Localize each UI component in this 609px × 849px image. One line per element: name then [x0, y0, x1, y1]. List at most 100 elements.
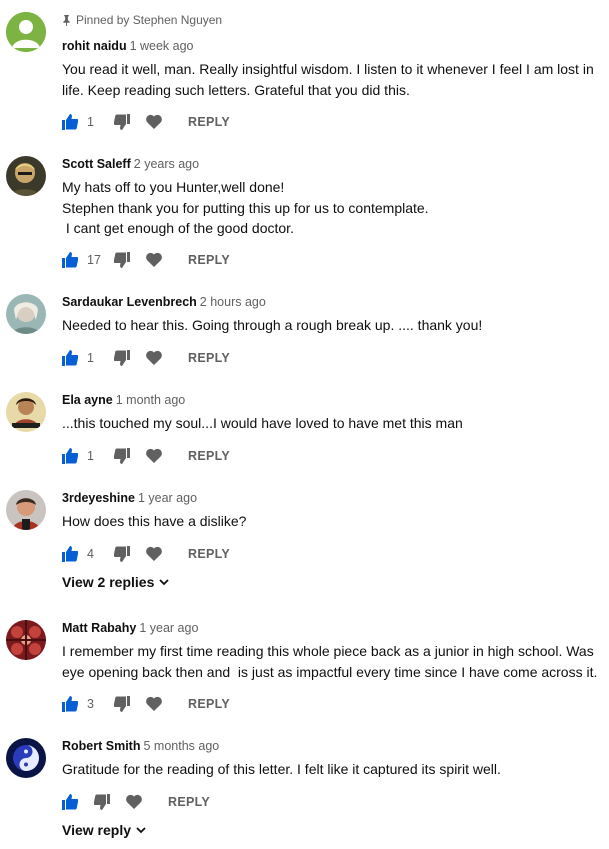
reply-button[interactable]: REPLY — [168, 795, 210, 809]
like-button[interactable] — [62, 114, 78, 130]
thumbs-down-icon — [114, 350, 130, 366]
like-count: 4 — [87, 547, 94, 561]
thumbs-down-icon — [114, 696, 130, 712]
thumbs-up-icon — [62, 252, 78, 268]
reply-button[interactable]: REPLY — [188, 449, 230, 463]
thumbs-down-icon — [114, 252, 130, 268]
dislike-button[interactable] — [114, 546, 130, 562]
comment-time[interactable]: 1 year ago — [139, 621, 198, 635]
comment-text: Needed to hear this. Going through a rou… — [62, 317, 483, 333]
comment-actions: REPLY — [62, 792, 210, 812]
comment-author[interactable]: Matt Rabahy — [62, 621, 136, 635]
chevron-down-icon — [159, 578, 169, 585]
comment-author[interactable]: rohit naidu — [62, 39, 127, 53]
heart-icon — [126, 794, 142, 809]
heart-button[interactable] — [146, 696, 162, 712]
avatar[interactable] — [6, 392, 46, 432]
heart-button[interactable] — [146, 546, 162, 562]
like-button[interactable] — [62, 448, 78, 464]
comment-actions: 1 REPLY — [62, 446, 230, 466]
comment-text: My hats off to you Hunter,well done! Ste… — [62, 179, 429, 236]
pinned-label: Pinned by Stephen Nguyen — [76, 13, 223, 27]
pin-icon — [63, 14, 70, 26]
comment-actions: 17 REPLY — [62, 250, 230, 270]
reply-button[interactable]: REPLY — [188, 115, 230, 129]
comment-actions: 4 REPLY — [62, 544, 230, 564]
comment-text: ...this touched my soul...I would have l… — [62, 415, 463, 431]
comment-author[interactable]: Ela ayne — [62, 393, 113, 407]
like-button[interactable] — [62, 350, 78, 366]
comment-time[interactable]: 5 months ago — [143, 739, 219, 753]
comment-author[interactable]: Scott Saleff — [62, 157, 131, 171]
comment-actions: 1 REPLY — [62, 348, 230, 368]
view-replies-button[interactable]: View 2 replies — [62, 574, 169, 590]
view-replies-label: View reply — [62, 822, 132, 838]
heart-button[interactable] — [126, 794, 142, 810]
like-count: 1 — [87, 351, 94, 365]
reply-button[interactable]: REPLY — [188, 253, 230, 267]
comment-time[interactable]: 2 years ago — [134, 157, 199, 171]
avatar[interactable] — [6, 738, 46, 778]
heart-button[interactable] — [146, 252, 162, 268]
comment-text: Gratitude for the reading of this letter… — [62, 761, 501, 777]
heart-icon — [146, 546, 162, 561]
comment-actions: 3 REPLY — [62, 694, 230, 714]
dislike-button[interactable] — [114, 448, 130, 464]
comment-author[interactable]: Robert Smith — [62, 739, 140, 753]
comment-text: I remember my first time reading this wh… — [62, 643, 598, 680]
comment-text: You read it well, man. Really insightful… — [62, 61, 594, 98]
dislike-button[interactable] — [114, 350, 130, 366]
like-button[interactable] — [62, 546, 78, 562]
comment-time[interactable]: 1 year ago — [138, 491, 197, 505]
portrait-avatar-icon — [6, 156, 46, 196]
chevron-down-icon — [136, 826, 146, 833]
reply-button[interactable]: REPLY — [188, 547, 230, 561]
thumbs-down-icon — [114, 546, 130, 562]
heart-icon — [146, 696, 162, 711]
like-button[interactable] — [62, 794, 78, 810]
dislike-button[interactable] — [114, 696, 130, 712]
avatar[interactable] — [6, 490, 46, 530]
avatar[interactable] — [6, 12, 46, 52]
portrait-avatar-icon — [6, 490, 46, 530]
avatar[interactable] — [6, 156, 46, 196]
like-count: 3 — [87, 697, 94, 711]
like-button[interactable] — [62, 696, 78, 712]
dislike-button[interactable] — [94, 794, 110, 810]
portrait-avatar-icon — [6, 294, 46, 334]
heart-button[interactable] — [146, 114, 162, 130]
thumbs-up-icon — [62, 696, 78, 712]
comment-author[interactable]: 3rdeyeshine — [62, 491, 135, 505]
heart-button[interactable] — [146, 350, 162, 366]
thumbs-down-icon — [114, 448, 130, 464]
thumbs-down-icon — [114, 114, 130, 130]
avatar[interactable] — [6, 620, 46, 660]
view-replies-button[interactable]: View reply — [62, 822, 146, 838]
like-count: 17 — [87, 253, 101, 267]
comment-actions: 1 REPLY — [62, 112, 230, 132]
avatar[interactable] — [6, 294, 46, 334]
thumbs-up-icon — [62, 448, 78, 464]
comment-time[interactable]: 1 week ago — [130, 39, 194, 53]
like-count: 1 — [87, 449, 94, 463]
thumbs-up-icon — [62, 350, 78, 366]
comment-author[interactable]: Sardaukar Levenbrech — [62, 295, 197, 309]
default-avatar-icon — [6, 12, 46, 52]
reply-button[interactable]: REPLY — [188, 697, 230, 711]
comment-time[interactable]: 1 month ago — [116, 393, 186, 407]
dislike-button[interactable] — [114, 252, 130, 268]
heart-icon — [146, 114, 162, 129]
heart-button[interactable] — [146, 448, 162, 464]
reply-button[interactable]: REPLY — [188, 351, 230, 365]
thumbs-up-icon — [62, 546, 78, 562]
comment-time[interactable]: 2 hours ago — [200, 295, 266, 309]
thumbs-down-icon — [94, 794, 110, 810]
pinned-indicator: Pinned by Stephen Nguyen — [62, 13, 222, 27]
dislike-button[interactable] — [114, 114, 130, 130]
like-button[interactable] — [62, 252, 78, 268]
heart-icon — [146, 448, 162, 463]
yin-yang-avatar-icon — [6, 738, 46, 778]
heart-icon — [146, 350, 162, 365]
heart-icon — [146, 252, 162, 267]
like-count: 1 — [87, 115, 94, 129]
